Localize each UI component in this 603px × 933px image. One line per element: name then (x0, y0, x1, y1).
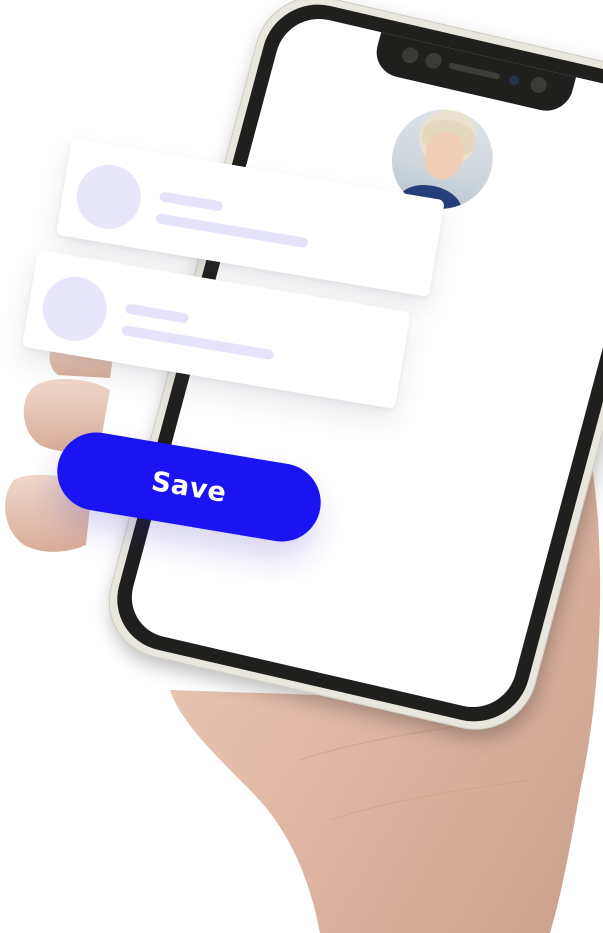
placeholder-avatar-icon (71, 160, 146, 234)
sensor-icon (423, 51, 444, 71)
speaker-grille (448, 62, 501, 80)
camera-icon (507, 74, 521, 87)
placeholder-avatar-icon (37, 272, 112, 346)
placeholder-subtitle-line (121, 325, 275, 361)
placeholder-subtitle-line (155, 213, 309, 249)
placeholder-title-line (158, 191, 224, 212)
sensor-icon (528, 75, 549, 95)
sensor-icon (400, 45, 421, 65)
save-button-label: Save (149, 465, 229, 509)
placeholder-title-line (124, 303, 190, 324)
